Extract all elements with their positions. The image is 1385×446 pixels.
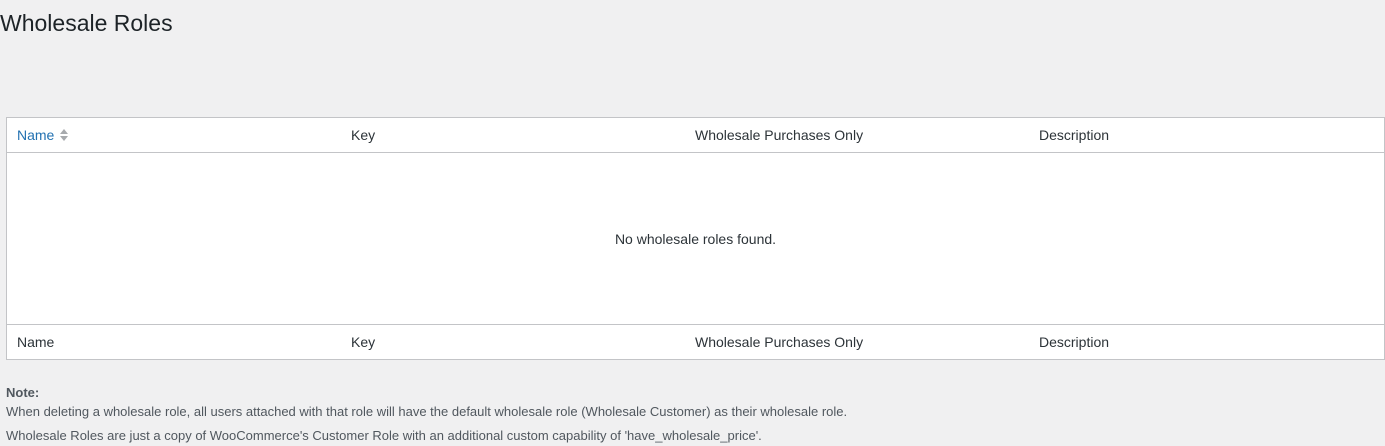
sort-icon <box>60 129 69 141</box>
table-footer-row: Name Key Wholesale Purchases Only Descri… <box>7 324 1384 359</box>
note-line-role-copy: Wholesale Roles are just a copy of WooCo… <box>6 428 762 443</box>
sort-by-name-link[interactable]: Name <box>17 125 69 145</box>
column-footer-name: Name <box>17 334 55 350</box>
note-label: Note: <box>6 385 40 400</box>
column-header-name-label: Name <box>17 127 55 143</box>
column-footer-description: Description <box>1039 334 1110 350</box>
page-title: Wholesale Roles <box>0 10 173 36</box>
column-header-wholesale-purchases-only: Wholesale Purchases Only <box>695 127 864 143</box>
wholesale-roles-page: Wholesale Roles Name Key Wholesale Purch… <box>0 0 1385 446</box>
table-header-row: Name Key Wholesale Purchases Only Descri… <box>7 118 1384 153</box>
column-header-description: Description <box>1039 127 1110 143</box>
sort-desc-icon <box>60 136 69 141</box>
column-footer-key: Key <box>351 334 376 350</box>
notes-section: Note: When deleting a wholesale role, al… <box>6 384 847 446</box>
note-line-deleting-role: When deleting a wholesale role, all user… <box>6 404 848 419</box>
sort-asc-icon <box>60 129 69 134</box>
empty-table-message: No wholesale roles found. <box>614 230 777 247</box>
column-footer-wholesale-purchases-only: Wholesale Purchases Only <box>695 334 864 350</box>
column-header-name[interactable]: Name <box>7 125 351 145</box>
column-header-key: Key <box>351 127 376 143</box>
wholesale-roles-table: Name Key Wholesale Purchases Only Descri… <box>6 117 1385 360</box>
